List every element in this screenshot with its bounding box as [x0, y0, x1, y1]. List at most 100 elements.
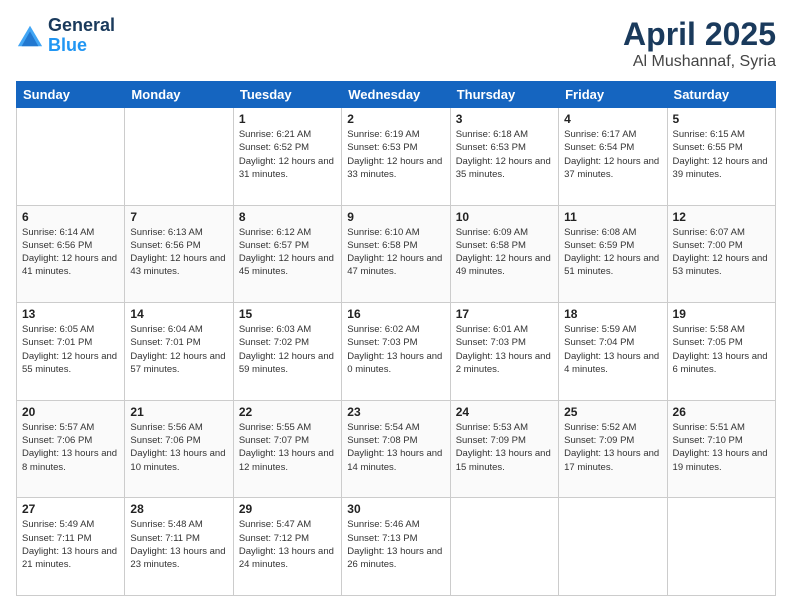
- calendar-week-row: 13Sunrise: 6:05 AMSunset: 7:01 PMDayligh…: [17, 303, 776, 401]
- day-number: 22: [239, 405, 336, 419]
- table-row: 29 Sunrise: 5:47 AMSunset: 7:12 PMDayligh…: [233, 498, 341, 596]
- day-number: 6: [22, 210, 119, 224]
- table-row: 19Sunrise: 5:58 AMSunset: 7:05 PMDayligh…: [667, 303, 775, 401]
- table-row: 9 Sunrise: 6:10 AMSunset: 6:58 PMDaylight…: [342, 205, 450, 303]
- table-row: [667, 498, 775, 596]
- table-row: 30 Sunrise: 5:46 AMSunset: 7:13 PMDayligh…: [342, 498, 450, 596]
- title-block: April 2025 Al Mushannaf, Syria: [623, 16, 776, 71]
- day-info: Sunrise: 6:12 AMSunset: 6:57 PMDaylight:…: [239, 226, 336, 279]
- day-number: 1: [239, 112, 336, 126]
- table-row: 2 Sunrise: 6:19 AMSunset: 6:53 PMDaylight…: [342, 108, 450, 206]
- calendar-header-row: Sunday Monday Tuesday Wednesday Thursday…: [17, 82, 776, 108]
- day-number: 29: [239, 502, 336, 516]
- table-row: 14Sunrise: 6:04 AMSunset: 7:01 PMDayligh…: [125, 303, 233, 401]
- day-number: 16: [347, 307, 444, 321]
- day-info: Sunrise: 5:53 AMSunset: 7:09 PMDaylight:…: [456, 421, 553, 474]
- day-info: Sunrise: 5:57 AMSunset: 7:06 PMDaylight:…: [22, 421, 119, 474]
- logo-icon: [16, 22, 44, 50]
- table-row: 23 Sunrise: 5:54 AMSunset: 7:08 PMDayligh…: [342, 400, 450, 498]
- table-row: 25Sunrise: 5:52 AMSunset: 7:09 PMDayligh…: [559, 400, 667, 498]
- table-row: [450, 498, 558, 596]
- day-number: 5: [673, 112, 770, 126]
- day-number: 13: [22, 307, 119, 321]
- table-row: [559, 498, 667, 596]
- logo-text: General Blue: [48, 16, 115, 56]
- day-number: 7: [130, 210, 227, 224]
- day-number: 26: [673, 405, 770, 419]
- day-number: 8: [239, 210, 336, 224]
- day-info: Sunrise: 6:13 AMSunset: 6:56 PMDaylight:…: [130, 226, 227, 279]
- table-row: 13Sunrise: 6:05 AMSunset: 7:01 PMDayligh…: [17, 303, 125, 401]
- day-number: 30: [347, 502, 444, 516]
- day-number: 4: [564, 112, 661, 126]
- day-number: 24: [456, 405, 553, 419]
- calendar-table: Sunday Monday Tuesday Wednesday Thursday…: [16, 81, 776, 596]
- day-info: Sunrise: 6:19 AMSunset: 6:53 PMDaylight:…: [347, 128, 444, 181]
- day-info: Sunrise: 6:03 AMSunset: 7:02 PMDaylight:…: [239, 323, 336, 376]
- table-row: 1Sunrise: 6:21 AMSunset: 6:52 PMDaylight…: [233, 108, 341, 206]
- day-number: 11: [564, 210, 661, 224]
- day-number: 9: [347, 210, 444, 224]
- day-info: Sunrise: 6:17 AMSunset: 6:54 PMDaylight:…: [564, 128, 661, 181]
- table-row: 27Sunrise: 5:49 AMSunset: 7:11 PMDayligh…: [17, 498, 125, 596]
- table-row: 24 Sunrise: 5:53 AMSunset: 7:09 PMDayligh…: [450, 400, 558, 498]
- day-number: 20: [22, 405, 119, 419]
- day-info: Sunrise: 6:04 AMSunset: 7:01 PMDaylight:…: [130, 323, 227, 376]
- day-info: Sunrise: 5:49 AMSunset: 7:11 PMDaylight:…: [22, 518, 119, 571]
- table-row: [17, 108, 125, 206]
- day-info: Sunrise: 6:09 AMSunset: 6:58 PMDaylight:…: [456, 226, 553, 279]
- day-number: 23: [347, 405, 444, 419]
- table-row: 26 Sunrise: 5:51 AMSunset: 7:10 PMDayligh…: [667, 400, 775, 498]
- col-tuesday: Tuesday: [233, 82, 341, 108]
- day-number: 15: [239, 307, 336, 321]
- day-info: Sunrise: 6:18 AMSunset: 6:53 PMDaylight:…: [456, 128, 553, 181]
- col-saturday: Saturday: [667, 82, 775, 108]
- day-number: 25: [564, 405, 661, 419]
- col-thursday: Thursday: [450, 82, 558, 108]
- table-row: 6 Sunrise: 6:14 AMSunset: 6:56 PMDaylight…: [17, 205, 125, 303]
- calendar-week-row: 27Sunrise: 5:49 AMSunset: 7:11 PMDayligh…: [17, 498, 776, 596]
- day-info: Sunrise: 5:51 AMSunset: 7:10 PMDaylight:…: [673, 421, 770, 474]
- table-row: 21 Sunrise: 5:56 AMSunset: 7:06 PMDayligh…: [125, 400, 233, 498]
- day-info: Sunrise: 5:46 AMSunset: 7:13 PMDaylight:…: [347, 518, 444, 571]
- day-number: 17: [456, 307, 553, 321]
- day-info: Sunrise: 6:08 AMSunset: 6:59 PMDaylight:…: [564, 226, 661, 279]
- calendar-week-row: 20 Sunrise: 5:57 AMSunset: 7:06 PMDayligh…: [17, 400, 776, 498]
- day-info: Sunrise: 5:48 AMSunset: 7:11 PMDaylight:…: [130, 518, 227, 571]
- page: General Blue April 2025 Al Mushannaf, Sy…: [0, 0, 792, 612]
- day-info: Sunrise: 6:01 AMSunset: 7:03 PMDaylight:…: [456, 323, 553, 376]
- col-wednesday: Wednesday: [342, 82, 450, 108]
- table-row: 15 Sunrise: 6:03 AMSunset: 7:02 PMDayligh…: [233, 303, 341, 401]
- day-info: Sunrise: 6:10 AMSunset: 6:58 PMDaylight:…: [347, 226, 444, 279]
- day-info: Sunrise: 5:47 AMSunset: 7:12 PMDaylight:…: [239, 518, 336, 571]
- day-info: Sunrise: 6:14 AMSunset: 6:56 PMDaylight:…: [22, 226, 119, 279]
- calendar-week-row: 1Sunrise: 6:21 AMSunset: 6:52 PMDaylight…: [17, 108, 776, 206]
- day-info: Sunrise: 6:02 AMSunset: 7:03 PMDaylight:…: [347, 323, 444, 376]
- subtitle: Al Mushannaf, Syria: [623, 53, 776, 71]
- col-friday: Friday: [559, 82, 667, 108]
- table-row: [125, 108, 233, 206]
- table-row: 10Sunrise: 6:09 AMSunset: 6:58 PMDayligh…: [450, 205, 558, 303]
- main-title: April 2025: [623, 16, 776, 53]
- table-row: 11 Sunrise: 6:08 AMSunset: 6:59 PMDayligh…: [559, 205, 667, 303]
- day-info: Sunrise: 5:56 AMSunset: 7:06 PMDaylight:…: [130, 421, 227, 474]
- day-number: 28: [130, 502, 227, 516]
- day-info: Sunrise: 5:54 AMSunset: 7:08 PMDaylight:…: [347, 421, 444, 474]
- day-number: 21: [130, 405, 227, 419]
- day-number: 18: [564, 307, 661, 321]
- header: General Blue April 2025 Al Mushannaf, Sy…: [16, 16, 776, 71]
- logo-line2: Blue: [48, 36, 115, 56]
- table-row: 20 Sunrise: 5:57 AMSunset: 7:06 PMDayligh…: [17, 400, 125, 498]
- table-row: 28 Sunrise: 5:48 AMSunset: 7:11 PMDayligh…: [125, 498, 233, 596]
- day-info: Sunrise: 6:15 AMSunset: 6:55 PMDaylight:…: [673, 128, 770, 181]
- day-number: 3: [456, 112, 553, 126]
- table-row: 16 Sunrise: 6:02 AMSunset: 7:03 PMDayligh…: [342, 303, 450, 401]
- logo-line1: General: [48, 16, 115, 36]
- col-sunday: Sunday: [17, 82, 125, 108]
- day-number: 2: [347, 112, 444, 126]
- calendar-week-row: 6 Sunrise: 6:14 AMSunset: 6:56 PMDaylight…: [17, 205, 776, 303]
- day-info: Sunrise: 5:55 AMSunset: 7:07 PMDaylight:…: [239, 421, 336, 474]
- day-number: 12: [673, 210, 770, 224]
- table-row: 8 Sunrise: 6:12 AMSunset: 6:57 PMDaylight…: [233, 205, 341, 303]
- logo: General Blue: [16, 16, 115, 56]
